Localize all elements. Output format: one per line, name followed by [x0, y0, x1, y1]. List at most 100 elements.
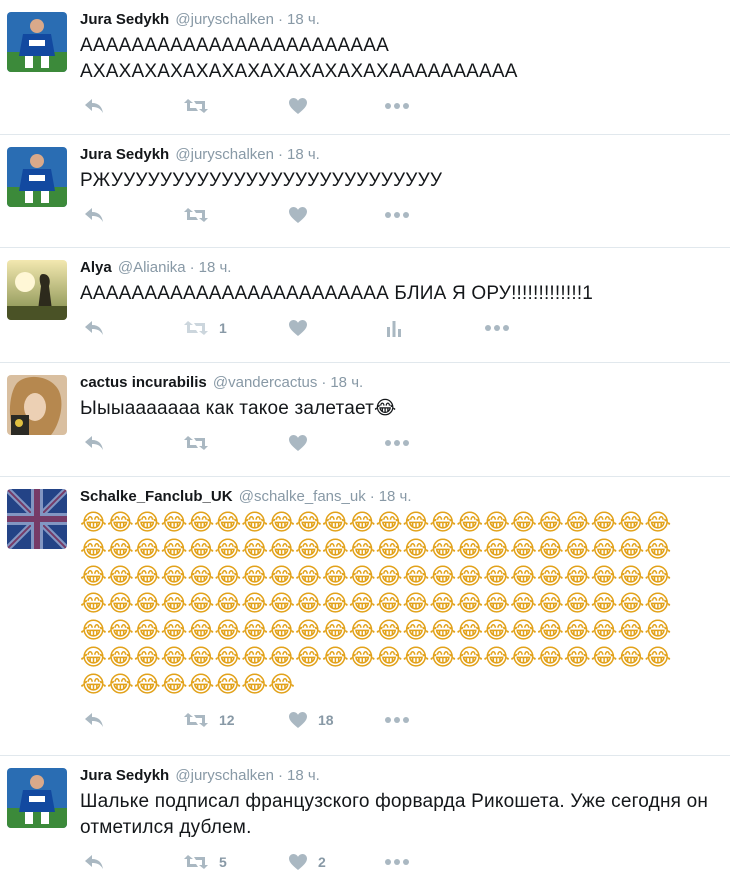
analytics-button[interactable] [385, 317, 403, 339]
reply-button[interactable] [83, 709, 105, 731]
tweet-header: Jura Sedykh @juryschalken · 18 ч. [80, 766, 720, 786]
tweet-header: Schalke_Fanclub_UK @schalke_fans_uk · 18 ч… [80, 487, 720, 507]
retweet-icon [184, 208, 208, 222]
reply-button[interactable] [83, 204, 105, 226]
retweet-count: 5 [219, 854, 227, 870]
retweet-button[interactable]: 1 [183, 317, 227, 339]
tweet-text: АААААААААААААААААААААААА АХАХАХАХАХАХАХА… [80, 33, 720, 85]
retweet-button[interactable]: 12 [183, 709, 235, 731]
like-count: 18 [318, 712, 334, 728]
like-button[interactable] [288, 317, 318, 339]
union-flag-fanclub-avatar-icon [7, 489, 67, 549]
author-name[interactable]: Jura Sedykh [80, 146, 169, 163]
more-button[interactable] [485, 317, 509, 339]
retweet-button[interactable] [183, 95, 219, 117]
timestamp[interactable]: 18 ч. [330, 374, 363, 391]
more-button[interactable] [385, 851, 409, 873]
timestamp[interactable]: 18 ч. [287, 11, 320, 28]
tweet[interactable]: Jura Sedykh @juryschalken · 18 ч. Шальке п… [0, 756, 730, 895]
more-dots-icon [385, 859, 409, 865]
author-handle[interactable]: @vandercactus [213, 374, 317, 391]
author-name[interactable]: cactus incurabilis [80, 374, 207, 391]
tweet-text: Шальке подписал французского форварда Ри… [80, 789, 720, 841]
avatar[interactable] [7, 489, 67, 549]
more-button[interactable] [385, 709, 409, 731]
avatar[interactable] [7, 768, 67, 828]
tweet-text-line: АААААААААААААААААААААААА БЛИА Я ОРУ!!!!!… [80, 283, 594, 304]
author-handle[interactable]: @schalke_fans_uk [239, 488, 366, 505]
like-button[interactable]: 2 [288, 851, 326, 873]
tweet[interactable]: Jura Sedykh @juryschalken · 18 ч. РЖУУУУУУ… [0, 135, 730, 248]
footballer-avatar-icon [7, 768, 67, 828]
avatar[interactable] [7, 260, 67, 320]
reply-button[interactable] [83, 851, 105, 873]
timestamp[interactable]: 18 ч. [379, 488, 412, 505]
tweet-text: АААААААААААААААААААААААА БЛИА Я ОРУ!!!!!… [80, 281, 720, 307]
tweet-text-line: 😂😂😂😂😂😂😂😂😂😂😂😂😂😂😂😂😂😂😂😂😂😂 [80, 537, 672, 563]
tweet-header: Alya @Alianika · 18 ч. [80, 258, 720, 278]
reply-button[interactable] [83, 432, 105, 454]
tweet-text-line: 😂😂😂😂😂😂😂😂😂😂😂😂😂😂😂😂😂😂😂😂😂😂 [80, 591, 672, 617]
tweet[interactable]: Schalke_Fanclub_UK @schalke_fans_uk · 18 ч… [0, 477, 730, 756]
tweet-text-line: 😂😂😂😂😂😂😂😂😂😂😂😂😂😂😂😂😂😂😂😂😂😂 [80, 618, 672, 644]
more-button[interactable] [385, 95, 409, 117]
tweet-actions [80, 422, 720, 466]
retweet-icon [184, 713, 208, 727]
tweet-text-line: Шальке подписал французского форварда Ри… [80, 791, 709, 812]
more-dots-icon [385, 717, 409, 723]
reply-icon [85, 436, 103, 450]
like-button[interactable]: 18 [288, 709, 334, 731]
retweet-button[interactable]: 5 [183, 851, 227, 873]
timestamp[interactable]: 18 ч. [287, 767, 320, 784]
timeline: Jura Sedykh @juryschalken · 18 ч. АААААААА… [0, 0, 730, 895]
author-handle[interactable]: @juryschalken [175, 11, 274, 28]
author-name[interactable]: Alya [80, 259, 112, 276]
tweet[interactable]: Alya @Alianika · 18 ч. ААААААААААААААААААА… [0, 248, 730, 363]
avatar[interactable] [7, 375, 67, 435]
avatar[interactable] [7, 147, 67, 207]
more-dots-icon [485, 325, 509, 331]
like-button[interactable] [288, 204, 318, 226]
author-handle[interactable]: @Alianika [118, 259, 186, 276]
author-name[interactable]: Schalke_Fanclub_UK [80, 488, 233, 505]
like-button[interactable] [288, 95, 318, 117]
reply-button[interactable] [83, 95, 105, 117]
tweet-text: Ыыыааааааа как такое залетает😂 [80, 396, 720, 422]
tweet[interactable]: cactus incurabilis @vandercactus · 18 ч. Ы… [0, 363, 730, 477]
reply-button[interactable] [83, 317, 105, 339]
bar-chart-icon [387, 321, 401, 337]
more-dots-icon [385, 103, 409, 109]
retweet-icon [184, 855, 208, 869]
reply-icon [85, 321, 103, 335]
separator-dot: · [278, 146, 283, 163]
avatar[interactable] [7, 12, 67, 72]
more-button[interactable] [385, 204, 409, 226]
more-button[interactable] [385, 432, 409, 454]
tweet-actions [80, 85, 720, 129]
like-button[interactable] [288, 432, 318, 454]
retweet-icon [184, 321, 208, 335]
author-name[interactable]: Jura Sedykh [80, 11, 169, 28]
tweet-text-line: отметился дублем. [80, 817, 252, 838]
author-handle[interactable]: @juryschalken [175, 146, 274, 163]
footballer-avatar-icon [7, 147, 67, 207]
author-name[interactable]: Jura Sedykh [80, 767, 169, 784]
timestamp[interactable]: 18 ч. [199, 259, 232, 276]
separator-dot: · [321, 374, 327, 391]
heart-icon [289, 435, 307, 451]
timestamp[interactable]: 18 ч. [287, 146, 320, 163]
retweet-count: 12 [219, 712, 235, 728]
tweet[interactable]: Jura Sedykh @juryschalken · 18 ч. АААААААА… [0, 0, 730, 135]
retweet-button[interactable] [183, 432, 219, 454]
separator-dot: · [278, 11, 283, 28]
tweet-text-line: Ыыыааааааа как такое залетает😂 [80, 398, 397, 419]
author-handle[interactable]: @juryschalken [175, 767, 274, 784]
retweet-button[interactable] [183, 204, 219, 226]
tweet-actions: 12 18 [80, 699, 720, 743]
tweet-text: РЖУУУУУУУУУУУУУУУУУУУУУУУУУУУ [80, 168, 720, 194]
tweet-text: 😂😂😂😂😂😂😂😂😂😂😂😂😂😂😂😂😂😂😂😂😂😂 😂😂😂😂😂😂😂😂😂😂😂😂😂😂😂😂😂… [80, 510, 720, 699]
more-dots-icon [385, 212, 409, 218]
tweet-actions: 1 [80, 307, 720, 351]
tweet-text-line: 😂😂😂😂😂😂😂😂😂😂😂😂😂😂😂😂😂😂😂😂😂😂 [80, 510, 672, 536]
heart-icon [289, 854, 307, 870]
